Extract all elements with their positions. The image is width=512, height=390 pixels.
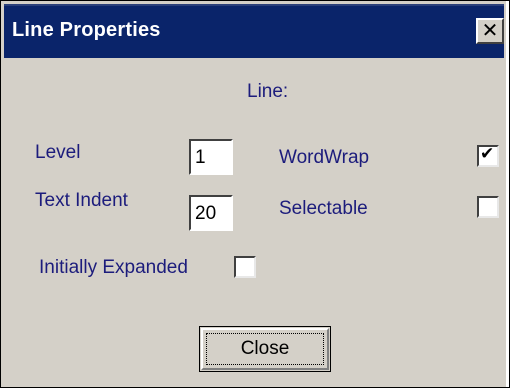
selectable-label: Selectable: [279, 198, 368, 219]
section-heading: Line:: [247, 81, 289, 102]
dialog-title: Line Properties: [12, 19, 161, 41]
selectable-checkbox[interactable]: [477, 196, 499, 218]
close-icon: ✕: [481, 18, 499, 42]
text-indent-input[interactable]: 20: [189, 195, 233, 231]
checkmark-icon: ✔: [480, 144, 495, 164]
wordwrap-label: WordWrap: [279, 147, 370, 168]
close-window-icon[interactable]: ✕: [476, 18, 504, 44]
level-input[interactable]: 1: [189, 139, 233, 175]
close-button[interactable]: Close: [199, 326, 331, 372]
window-right-edge: [506, 1, 509, 387]
initially-expanded-checkbox[interactable]: [234, 256, 256, 278]
line-properties-dialog: Line Properties ✕ Line: Level 1 Text Ind…: [0, 0, 510, 388]
text-indent-label: Text Indent: [35, 190, 128, 211]
close-button-label: Close: [240, 338, 290, 359]
level-label: Level: [35, 142, 81, 163]
title-bar[interactable]: Line Properties ✕: [4, 4, 504, 58]
wordwrap-checkbox[interactable]: ✔: [477, 144, 499, 167]
initially-expanded-label: Initially Expanded: [39, 257, 188, 278]
